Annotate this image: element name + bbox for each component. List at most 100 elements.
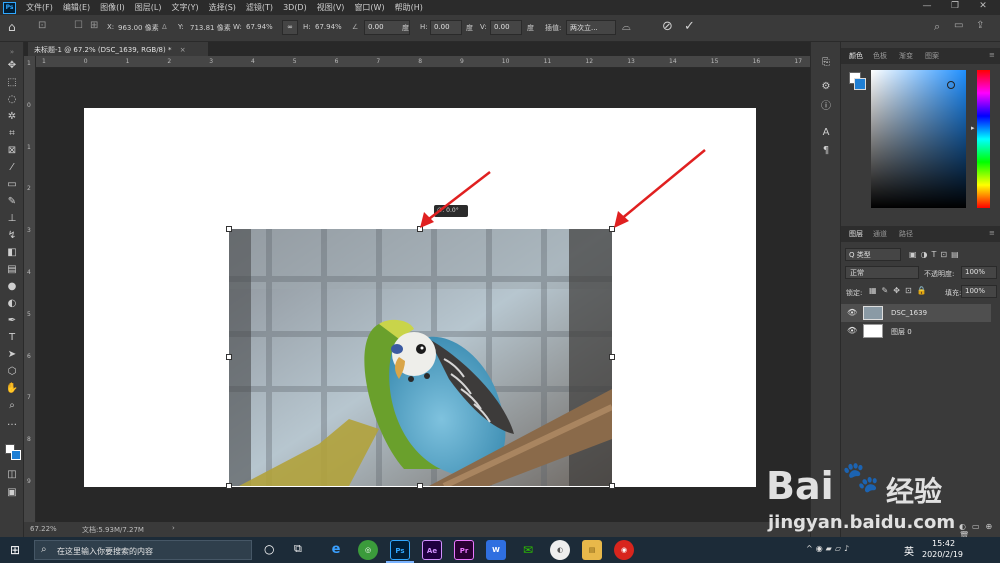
transform-handle-bottom[interactable]: [417, 483, 423, 489]
layer-filter-icons[interactable]: ▣◑T⊡▤: [909, 250, 963, 259]
tab-color[interactable]: 颜色: [849, 51, 863, 61]
taskbar-search-box[interactable]: ⌕ 在这里输入你要搜索的内容: [34, 540, 252, 560]
warp-icon[interactable]: ⌓: [622, 20, 631, 34]
blur-tool-icon[interactable]: ●: [5, 280, 19, 294]
fill-field[interactable]: 100%: [961, 285, 997, 298]
browser-360-app-icon[interactable]: ◎: [358, 540, 378, 560]
share-icon[interactable]: ⇪: [976, 20, 984, 31]
premiere-app-icon[interactable]: Pr: [454, 540, 474, 560]
workspace-icon[interactable]: ▭: [954, 20, 963, 31]
layer-name[interactable]: DSC_1639: [891, 309, 927, 317]
photoshop-app-icon[interactable]: Ps: [390, 540, 410, 560]
background-color-swatch[interactable]: [11, 450, 21, 460]
photoshop-logo-icon[interactable]: Ps: [3, 1, 16, 14]
wps-app-icon[interactable]: W: [486, 540, 506, 560]
history-panel-icon[interactable]: ⎘: [819, 56, 833, 70]
transform-handle-bottom-right[interactable]: [609, 483, 615, 489]
menu-image[interactable]: 图像(I): [95, 2, 130, 13]
layer-name[interactable]: 图层 0: [891, 327, 912, 337]
quick-mask-icon[interactable]: ◫: [5, 468, 19, 482]
dodge-tool-icon[interactable]: ◐: [5, 297, 19, 311]
menu-select[interactable]: 选择(S): [204, 2, 241, 13]
transform-handle-top-left[interactable]: [226, 226, 232, 232]
task-view-icon[interactable]: ⧉: [294, 542, 302, 556]
color-bg-swatch[interactable]: [854, 78, 866, 90]
menu-type[interactable]: 文字(Y): [166, 2, 203, 13]
link-icon[interactable]: ∞: [282, 20, 298, 35]
properties-panel-icon[interactable]: ⚙: [819, 80, 833, 94]
width-field[interactable]: 67.94%: [246, 23, 273, 31]
edit-toolbar-icon[interactable]: …: [5, 416, 19, 430]
tab-swatches[interactable]: 色板: [873, 51, 887, 61]
cortana-icon[interactable]: ○: [264, 542, 274, 556]
eraser-tool-icon[interactable]: ◧: [5, 246, 19, 260]
close-window-button[interactable]: ✕: [974, 1, 992, 13]
media-app-icon[interactable]: ◐: [550, 540, 570, 560]
interpolation-select[interactable]: 两次立...: [566, 20, 616, 35]
menu-layer[interactable]: 图层(L): [130, 2, 167, 13]
clone-stamp-tool-icon[interactable]: ⊥: [5, 212, 19, 226]
menu-window[interactable]: 窗口(W): [349, 2, 389, 13]
hskew-field[interactable]: 0.00: [430, 20, 462, 35]
edge-app-icon[interactable]: e: [326, 540, 346, 560]
reference-point-icon[interactable]: ⊞: [90, 20, 98, 31]
menu-edit[interactable]: 编辑(E): [58, 2, 95, 13]
restore-button[interactable]: ❐: [946, 1, 964, 13]
system-tray-icons[interactable]: ^◉▰▱♪: [806, 544, 852, 553]
hue-slider-marker[interactable]: ▸: [971, 124, 975, 132]
hand-tool-icon[interactable]: ✋: [5, 382, 19, 396]
taskbar-date[interactable]: 2020/2/19: [922, 550, 963, 559]
search-icon[interactable]: ⌕: [934, 20, 940, 34]
type-tool-icon[interactable]: T: [5, 331, 19, 345]
parakeet-photo[interactable]: [229, 229, 612, 486]
layer-row[interactable]: 👁 图层 0: [841, 322, 991, 340]
y-field[interactable]: 713.81 像素: [190, 23, 231, 33]
eyedropper-tool-icon[interactable]: ⁄: [5, 161, 19, 175]
cancel-transform-icon[interactable]: ⊘: [662, 19, 673, 34]
frame-tool-icon[interactable]: ⊠: [5, 144, 19, 158]
transform-handle-right[interactable]: [609, 354, 615, 360]
path-selection-tool-icon[interactable]: ➤: [5, 348, 19, 362]
color-picker-cursor[interactable]: [947, 81, 955, 89]
color-panel-menu-icon[interactable]: ≡: [989, 51, 995, 59]
relative-position-icon[interactable]: Δ: [162, 23, 167, 31]
blend-mode-select[interactable]: 正常: [845, 266, 919, 279]
paragraph-panel-icon[interactable]: ¶: [819, 144, 833, 158]
lasso-tool-icon[interactable]: ◌: [5, 93, 19, 107]
tab-layers[interactable]: 图层: [849, 229, 863, 239]
opacity-field[interactable]: 100%: [961, 266, 997, 279]
screen-mode-icon[interactable]: ▣: [5, 486, 19, 500]
toolbar-collapse-icon[interactable]: »: [5, 45, 19, 59]
layers-panel-menu-icon[interactable]: ≡: [989, 229, 995, 237]
layer-filter-select[interactable]: Q 类型: [845, 248, 901, 261]
tab-paths[interactable]: 路径: [899, 229, 913, 239]
gradient-tool-icon[interactable]: ▤: [5, 263, 19, 277]
reference-point-checkbox[interactable]: ☐: [74, 20, 83, 31]
height-field[interactable]: 67.94%: [315, 23, 342, 31]
hue-slider[interactable]: [977, 70, 990, 208]
lock-icons[interactable]: ▦✎✥⊡🔒: [869, 286, 932, 295]
color-field[interactable]: [871, 70, 966, 208]
character-panel-icon[interactable]: A: [819, 126, 833, 140]
menu-view[interactable]: 视图(V): [312, 2, 350, 13]
commit-transform-icon[interactable]: ✓: [684, 19, 695, 34]
shape-tool-icon[interactable]: ⬡: [5, 365, 19, 379]
menu-filter[interactable]: 滤镜(T): [241, 2, 278, 13]
visibility-eye-icon[interactable]: 👁: [847, 308, 857, 317]
input-language[interactable]: 英: [904, 543, 914, 558]
zoom-tool-icon[interactable]: ⌕: [5, 399, 19, 413]
close-tab-icon[interactable]: ×: [180, 46, 186, 54]
magic-wand-tool-icon[interactable]: ✲: [5, 110, 19, 124]
info-panel-icon[interactable]: ⓘ: [819, 100, 833, 114]
zoom-level[interactable]: 67.22%: [30, 525, 57, 533]
wechat-app-icon[interactable]: ✉: [518, 540, 538, 560]
tab-patterns[interactable]: 图案: [925, 51, 939, 61]
document-tab[interactable]: 未标题-1 @ 67.2% (DSC_1639, RGB/8) * ×: [28, 42, 208, 56]
taskbar-time[interactable]: 15:42: [932, 539, 955, 548]
transform-handle-bottom-left[interactable]: [226, 483, 232, 489]
menu-file[interactable]: 文件(F): [21, 2, 58, 13]
menu-help[interactable]: 帮助(H): [390, 2, 428, 13]
minimize-button[interactable]: —: [918, 1, 936, 13]
netease-music-app-icon[interactable]: ◉: [614, 540, 634, 560]
menu-3d[interactable]: 3D(D): [278, 3, 312, 12]
